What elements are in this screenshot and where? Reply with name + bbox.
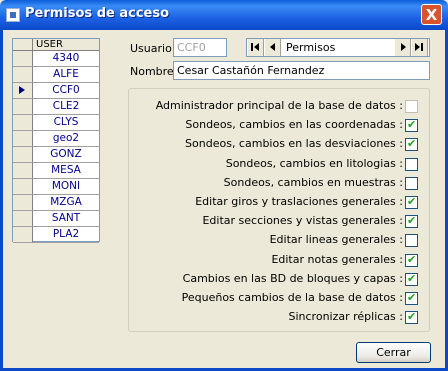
usuario-label: Usuario :: [130, 42, 180, 55]
app-icon: [6, 8, 20, 22]
table-row[interactable]: SANT: [13, 211, 99, 227]
table-row[interactable]: MZGA: [13, 195, 99, 211]
permission-label: Sincronizar réplicas :: [288, 310, 404, 324]
permission-label: Sondeos, cambios en litologias :: [225, 156, 403, 170]
table-row[interactable]: CLE2: [13, 99, 99, 115]
navigator-caption: Permisos: [286, 41, 336, 54]
user-cell[interactable]: SANT: [33, 211, 99, 226]
row-selector[interactable]: [13, 195, 33, 210]
grid-header-selector: [13, 39, 33, 51]
nav-next-button[interactable]: [394, 39, 411, 56]
table-row[interactable]: geo2: [13, 131, 99, 147]
user-cell[interactable]: MESA: [33, 163, 99, 178]
user-grid[interactable]: USER 4340 ALFE CCF0 CLE2 CLYS geo2 GONZ MESA MON…: [12, 38, 100, 243]
row-selector[interactable]: [13, 227, 33, 242]
table-row[interactable]: GONZ: [13, 147, 99, 163]
permission-checkbox[interactable]: ✔: [405, 137, 418, 152]
row-selector[interactable]: [13, 147, 33, 162]
check-mark-icon: ✔: [407, 252, 417, 266]
row-selector[interactable]: [13, 51, 33, 66]
user-cell[interactable]: CLYS: [33, 115, 99, 130]
close-window-button[interactable]: X: [421, 4, 442, 25]
window-title: Permisos de acceso: [25, 6, 170, 21]
user-cell[interactable]: CLE2: [33, 99, 99, 114]
permission-checkbox[interactable]: [405, 157, 418, 171]
permissions-group: Administrador principal de la base de da…: [128, 88, 430, 332]
permission-label: Sondeos, cambios en muestras :: [223, 175, 403, 189]
user-cell[interactable]: GONZ: [33, 147, 99, 162]
permission-checkbox[interactable]: [405, 234, 418, 248]
permission-checkbox[interactable]: ✔: [405, 310, 418, 325]
table-row[interactable]: PLA2: [13, 227, 99, 243]
check-mark-icon: ✔: [407, 137, 417, 151]
nombre-field[interactable]: Cesar Castañón Fernandez: [173, 61, 430, 80]
permission-checkbox[interactable]: [405, 176, 418, 190]
cerrar-button[interactable]: Cerrar: [356, 342, 431, 363]
permission-label: Administrador principal de la base de da…: [155, 99, 403, 112]
table-row[interactable]: ALFE: [13, 67, 99, 83]
row-selector[interactable]: [13, 115, 33, 130]
row-selector[interactable]: [13, 67, 33, 82]
title-bar: Permisos de acceso X: [0, 0, 448, 30]
check-mark-icon: ✔: [407, 271, 417, 285]
permission-label: Sondeos, cambios en las desviaciones :: [185, 137, 403, 151]
row-selector[interactable]: [13, 99, 33, 114]
row-selector[interactable]: [13, 83, 33, 98]
table-row[interactable]: 4340: [13, 51, 99, 67]
current-row-arrow-icon: [19, 86, 25, 94]
row-selector[interactable]: [13, 179, 33, 194]
user-cell[interactable]: geo2: [33, 131, 99, 146]
permission-checkbox[interactable]: ✔: [405, 291, 418, 305]
user-cell[interactable]: CCF0: [33, 83, 99, 98]
check-mark-icon: ✔: [407, 118, 417, 132]
grid-column-user[interactable]: USER: [33, 39, 99, 51]
user-cell[interactable]: PLA2: [33, 227, 99, 242]
row-selector[interactable]: [13, 131, 33, 146]
permission-checkbox[interactable]: ✔: [405, 271, 418, 286]
table-row[interactable]: CLYS: [13, 115, 99, 131]
permission-label: Editar giros y traslaciones generales :: [195, 195, 403, 208]
permission-checkbox[interactable]: [405, 100, 418, 113]
nav-first-button[interactable]: [247, 39, 264, 56]
permission-label: Editar notas generales :: [271, 252, 403, 266]
row-selector[interactable]: [13, 163, 33, 178]
record-navigator: Permisos: [246, 38, 430, 57]
check-mark-icon: ✔: [407, 195, 417, 208]
permission-label: Sondeos, cambios en las coordenadas :: [185, 118, 403, 132]
row-selector[interactable]: [13, 211, 33, 226]
permission-checkbox[interactable]: ✔: [405, 214, 418, 229]
table-row[interactable]: MESA: [13, 163, 99, 179]
user-cell[interactable]: MZGA: [33, 195, 99, 210]
permission-checkbox[interactable]: ✔: [405, 252, 418, 267]
usuario-field[interactable]: CCF0: [173, 38, 227, 57]
user-cell[interactable]: 4340: [33, 51, 99, 66]
nav-prev-button[interactable]: [264, 39, 281, 56]
grid-header: USER: [13, 39, 99, 51]
check-mark-icon: ✔: [407, 291, 417, 304]
permission-label: Pequeños cambios de la base de datos :: [181, 291, 403, 304]
permission-checkbox[interactable]: ✔: [405, 118, 418, 133]
permission-label: Editar lineas generales :: [269, 233, 403, 247]
check-mark-icon: ✔: [407, 214, 417, 228]
table-row[interactable]: CCF0: [13, 83, 99, 99]
check-mark-icon: ✔: [407, 310, 417, 324]
user-cell[interactable]: ALFE: [33, 67, 99, 82]
user-cell[interactable]: MONI: [33, 179, 99, 194]
nav-last-button[interactable]: [411, 39, 428, 56]
permission-checkbox[interactable]: ✔: [405, 195, 418, 209]
table-row[interactable]: MONI: [13, 179, 99, 195]
permission-label: Cambios en las BD de bloques y capas :: [182, 271, 403, 285]
permission-label: Editar secciones y vistas generales :: [202, 214, 403, 228]
